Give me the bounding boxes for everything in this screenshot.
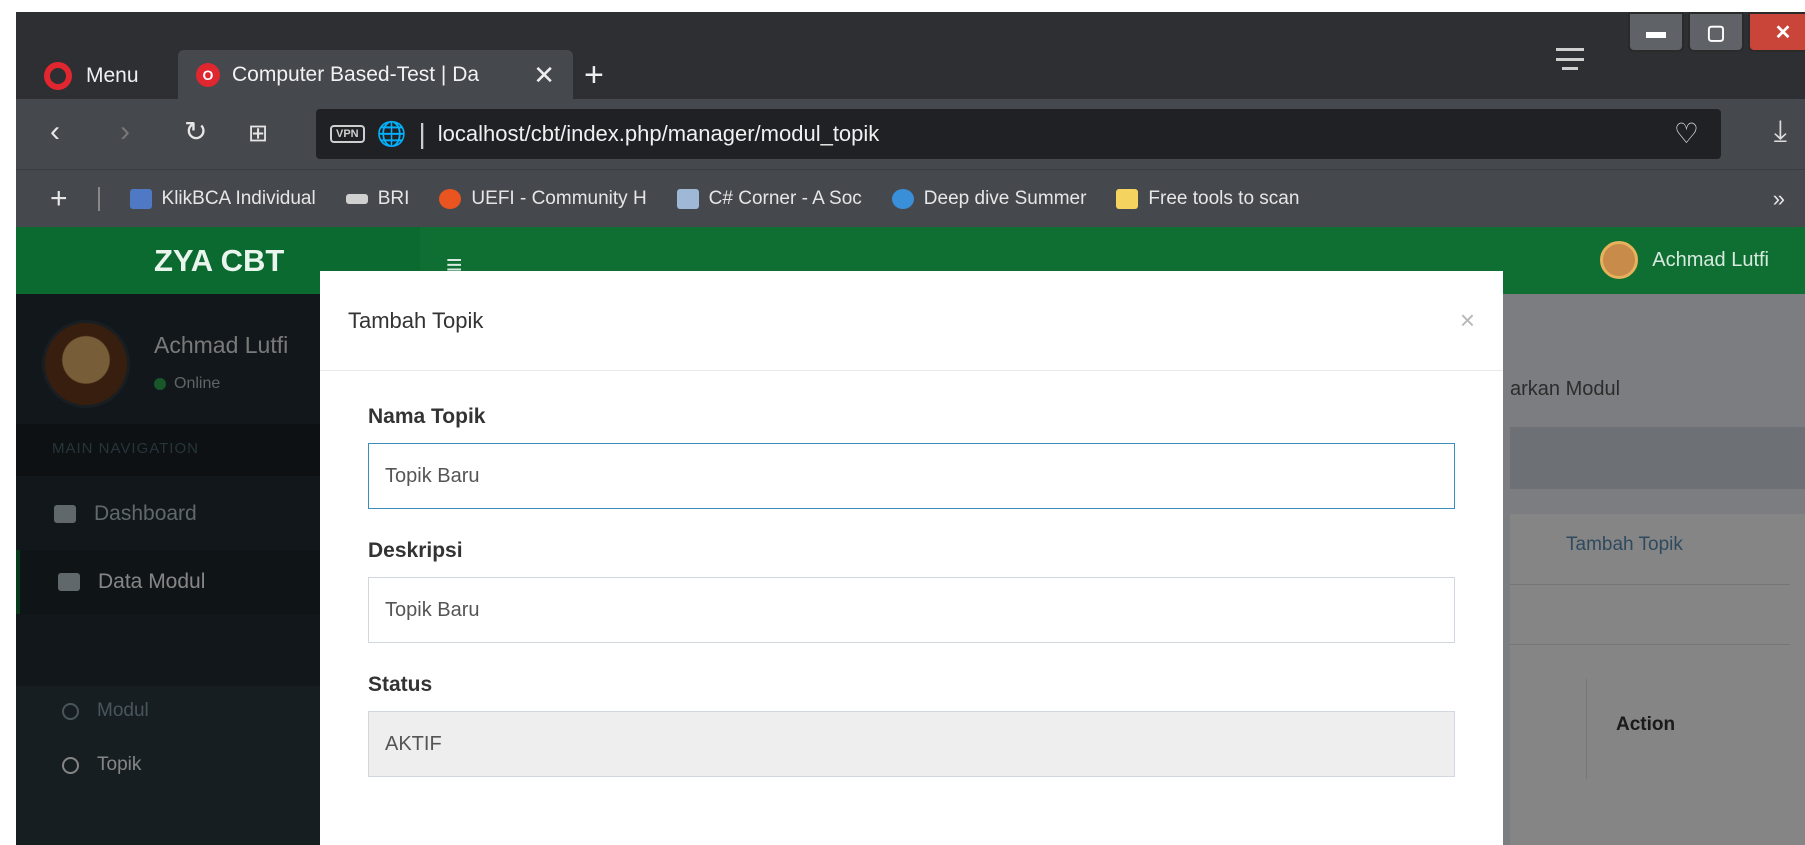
bookmark-favicon-icon [129,188,152,209]
more-bookmarks-icon[interactable]: » [1773,186,1785,212]
bookmark-item[interactable]: C# Corner - A Soc [676,188,862,210]
address-bar: ‹ › ↻ ⊞ VPN 🌐 | localhost/cbt/index.php/… [16,99,1805,169]
user-menu[interactable]: Achmad Lutfi [1600,241,1769,279]
new-tab-button[interactable]: + [584,56,604,95]
opera-logo-icon [44,62,72,90]
bookmark-item[interactable]: UEFI - Community H [439,188,647,210]
description-label: Deskripsi [368,539,463,562]
bookmark-favicon-icon [439,188,462,209]
status-label: Status [368,673,433,696]
back-icon[interactable]: ‹ [50,115,60,149]
browser-window: Menu O Computer Based-Test | Da ✕ + ▬ ▢ … [16,12,1805,845]
forward-icon[interactable]: › [120,115,130,149]
window-controls: ▬ ▢ ✕ [1628,12,1805,52]
bookmark-item[interactable]: Free tools to scan [1116,188,1299,210]
modal-header: Tambah Topik × [320,271,1503,371]
avatar [1600,241,1639,279]
bookmark-item[interactable]: BRI [345,188,409,210]
bookmark-item[interactable]: KlikBCA Individual [129,188,316,210]
opera-favicon-icon: O [196,63,220,87]
bookmark-item[interactable]: Deep dive Summer [891,188,1086,210]
close-window-button[interactable]: ✕ [1748,12,1805,52]
tab-close-icon[interactable]: ✕ [533,60,555,91]
add-topic-modal: Tambah Topik × Nama Topik Deskripsi Stat… [320,271,1503,845]
maximize-button[interactable]: ▢ [1688,12,1744,52]
close-icon[interactable]: × [1460,305,1475,336]
status-field[interactable] [368,711,1455,777]
menu-label: Menu [86,64,139,87]
speed-dial-icon[interactable]: ⊞ [248,119,268,148]
header-user-name: Achmad Lutfi [1652,248,1769,271]
heart-icon[interactable]: ♡ [1674,117,1699,150]
bookmark-favicon-icon [345,193,368,204]
opera-menu-button[interactable]: Menu [44,62,139,90]
globe-icon: 🌐 [376,120,407,148]
topic-name-input[interactable] [368,443,1455,509]
bookmark-separator [97,186,100,211]
download-icon[interactable]: ⤓ [1774,115,1787,149]
url-separator: | [418,118,426,149]
modal-title: Tambah Topik [348,307,484,333]
tab-active[interactable]: O Computer Based-Test | Da ✕ [178,50,573,100]
name-label: Nama Topik [368,405,486,428]
description-input[interactable] [368,577,1455,643]
url-text[interactable]: localhost/cbt/index.php/manager/modul_to… [438,121,880,147]
vpn-badge[interactable]: VPN [330,125,365,143]
modal-body: Nama Topik Deskripsi Status [320,371,1503,841]
bookmark-favicon-icon [891,188,914,209]
url-box[interactable]: VPN 🌐 | localhost/cbt/index.php/manager/… [316,109,1787,159]
reload-icon[interactable]: ↻ [184,115,207,148]
bookmark-favicon-icon [676,188,699,209]
tab-bar: Menu O Computer Based-Test | Da ✕ + ▬ ▢ … [16,12,1805,100]
minimize-button[interactable]: ▬ [1628,12,1684,52]
bookmark-favicon-icon [1116,188,1139,209]
add-bookmark-icon[interactable]: + [50,182,68,216]
web-content: ZYA CBT ≡ Achmad Lutfi Achmad Lutfi Onli… [16,227,1805,845]
tab-menu-icon[interactable] [1556,48,1584,70]
bookmarks-bar: + KlikBCA Individual BRI UEFI - Communit… [16,169,1805,227]
tab-title: Computer Based-Test | Da [232,63,480,86]
